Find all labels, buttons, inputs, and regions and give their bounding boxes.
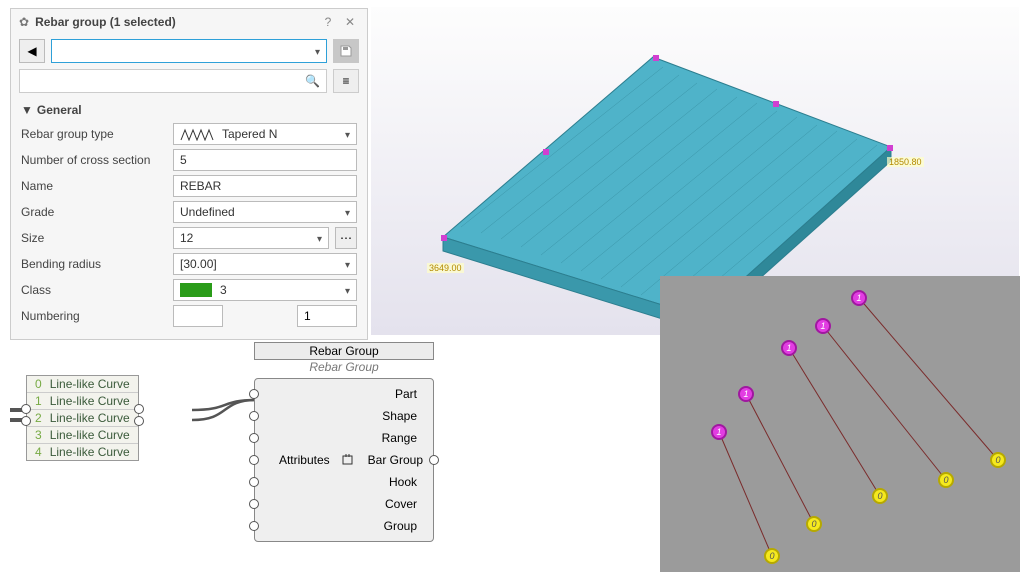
port-in[interactable] <box>21 404 31 414</box>
port-in[interactable] <box>249 521 259 531</box>
search-icon: 🔍 <box>305 74 320 88</box>
port-out[interactable] <box>134 404 144 414</box>
port-out[interactable] <box>429 455 439 465</box>
field-numbering-value[interactable]: 1 <box>297 305 357 327</box>
label-numbering: Numbering <box>21 309 167 323</box>
field-numbering-prefix[interactable] <box>173 305 223 327</box>
port-in[interactable] <box>249 477 259 487</box>
panel-title: Rebar group (1 selected) <box>35 15 315 29</box>
preview-point-1: 1 <box>738 386 754 402</box>
panel-toolbar: ◀ <box>11 35 367 69</box>
label-name: Name <box>21 179 167 193</box>
curve-list-node[interactable]: 0Line-like Curve1Line-like Curve2Line-li… <box>26 375 139 461</box>
label-num-cross: Number of cross section <box>21 153 167 167</box>
field-name[interactable]: REBAR <box>173 175 357 197</box>
value-rebar-type: Tapered N <box>222 127 277 141</box>
port-out[interactable] <box>134 416 144 426</box>
component-input-row: Hook <box>255 471 433 493</box>
label-class: Class <box>21 283 167 297</box>
component-input-row: AttributesBar Group <box>255 449 433 471</box>
label-bend-radius: Bending radius <box>21 257 167 271</box>
slab-node <box>653 55 659 61</box>
panel-header: ✿ Rebar group (1 selected) ? ✕ <box>11 9 367 35</box>
component-input-row: Part <box>255 383 433 405</box>
preview-point-1: 1 <box>711 424 727 440</box>
label-grade: Grade <box>21 205 167 219</box>
section-general-label: General <box>37 103 82 117</box>
search-input[interactable]: 🔍 <box>19 69 327 93</box>
back-button[interactable]: ◀ <box>19 39 45 63</box>
component-input-row: Group <box>255 515 433 537</box>
gear-icon: ✿ <box>19 15 29 29</box>
menu-button[interactable]: ≡ <box>333 69 359 93</box>
list-item: 1Line-like Curve <box>27 393 138 410</box>
node-graph[interactable]: 0Line-like Curve1Line-like Curve2Line-li… <box>10 350 650 570</box>
preview-lines <box>660 276 1020 572</box>
field-num-cross[interactable]: 5 <box>173 149 357 171</box>
properties-panel: ✿ Rebar group (1 selected) ? ✕ ◀ 🔍 ≡ ▼ G… <box>10 8 368 340</box>
tapered-icon <box>180 127 216 141</box>
preview-point-0: 0 <box>938 472 954 488</box>
port-in[interactable] <box>249 389 259 399</box>
help-icon[interactable]: ? <box>319 13 337 31</box>
field-bend-radius[interactable]: [30.00] <box>173 253 357 275</box>
list-item: 4Line-like Curve <box>27 444 138 460</box>
port-in[interactable] <box>249 499 259 509</box>
slab-node <box>543 149 549 155</box>
port-in[interactable] <box>249 433 259 443</box>
field-rebar-type[interactable]: Tapered N <box>173 123 357 145</box>
preview-point-0: 0 <box>806 516 822 532</box>
list-item: 2Line-like Curve <box>27 410 138 427</box>
preview-point-1: 1 <box>851 290 867 306</box>
list-item: 3Line-like Curve <box>27 427 138 444</box>
component-subtitle: Rebar Group <box>254 360 434 378</box>
rebar-group-component[interactable]: Rebar Group Rebar Group PartShapeRangeAt… <box>254 342 434 542</box>
field-size[interactable]: 12 <box>173 227 329 249</box>
port-in[interactable] <box>21 416 31 426</box>
close-icon[interactable]: ✕ <box>341 13 359 31</box>
label-size: Size <box>21 231 167 245</box>
size-picker-button[interactable]: ⋯ <box>335 227 357 249</box>
dimension-right: 1850.80 <box>887 157 924 167</box>
component-input-row: Range <box>255 427 433 449</box>
preset-dropdown[interactable] <box>51 39 327 63</box>
label-rebar-type: Rebar group type <box>21 127 167 141</box>
component-input-row: Cover <box>255 493 433 515</box>
search-row: 🔍 ≡ <box>11 69 367 99</box>
preview-point-0: 0 <box>764 548 780 564</box>
port-in[interactable] <box>249 455 259 465</box>
field-grade[interactable]: Undefined <box>173 201 357 223</box>
list-item: 0Line-like Curve <box>27 376 138 393</box>
slab-node <box>441 235 447 241</box>
component-input-row: Shape <box>255 405 433 427</box>
dimension-left: 3649.00 <box>427 263 464 273</box>
preview-point-0: 0 <box>872 488 888 504</box>
class-swatch <box>180 283 212 297</box>
slab-node <box>773 101 779 107</box>
section-general-header[interactable]: ▼ General <box>11 99 367 121</box>
general-form: Rebar group type Tapered N Number of cro… <box>11 121 367 339</box>
component-title: Rebar Group <box>254 342 434 360</box>
preview-point-0: 0 <box>990 452 1006 468</box>
port-in[interactable] <box>249 411 259 421</box>
slab-node <box>887 145 893 151</box>
field-class[interactable]: 3 <box>173 279 357 301</box>
chevron-down-icon: ▼ <box>21 103 33 117</box>
preview-point-1: 1 <box>781 340 797 356</box>
preview-point-1: 1 <box>815 318 831 334</box>
curve-preview-panel[interactable]: 1 0 1 0 1 0 1 0 1 0 <box>660 276 1020 572</box>
save-button[interactable] <box>333 39 359 63</box>
